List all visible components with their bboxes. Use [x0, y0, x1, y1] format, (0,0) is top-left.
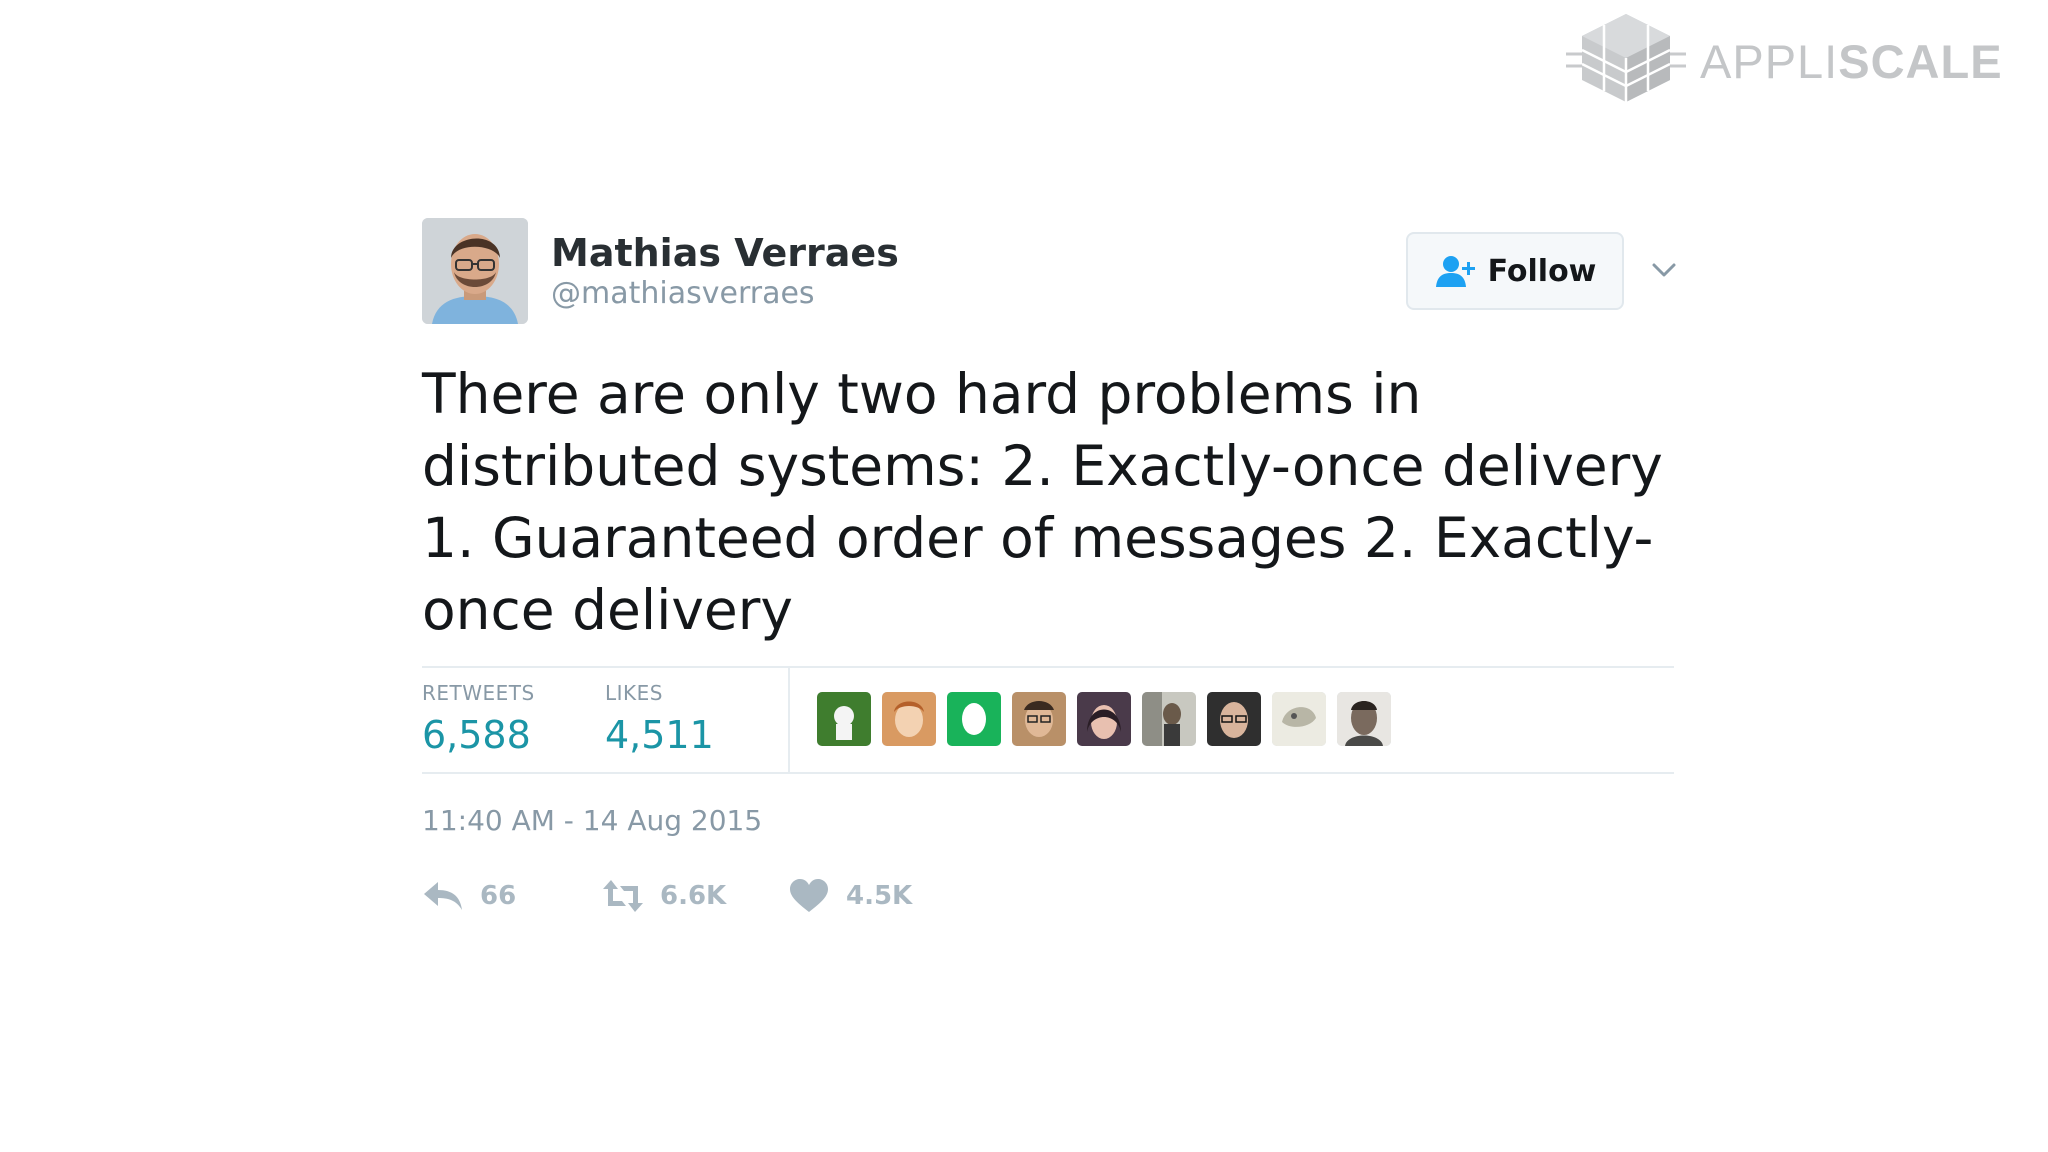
author-avatar[interactable] [422, 218, 528, 324]
likes-count: 4,511 [605, 713, 714, 757]
follow-button[interactable]: Follow [1406, 232, 1624, 310]
retweets-stat[interactable]: RETWEETS 6,588 [422, 680, 535, 758]
brand-logo: APPLISCALE [1566, 10, 2036, 106]
reply-button[interactable]: 66 [422, 872, 516, 920]
brand-text-light: APPLI [1700, 35, 1839, 88]
tweet-timestamp[interactable]: 11:40 AM - 14 Aug 2015 [422, 804, 762, 838]
cube-logo-icon [1566, 10, 1686, 106]
like-button[interactable]: 4.5K [788, 872, 912, 920]
stats-separator [788, 668, 790, 772]
tweet-text: There are only two hard problems in dist… [422, 362, 1663, 642]
liker-avatar-4[interactable] [1012, 692, 1066, 746]
retweet-count: 6.6K [660, 881, 727, 911]
liker-avatar-6[interactable] [1142, 692, 1196, 746]
like-count: 4.5K [846, 881, 913, 911]
liker-avatars [817, 692, 1402, 746]
author-name[interactable]: Mathias Verraes [551, 230, 899, 276]
retweet-icon [602, 878, 644, 914]
stats-divider-top [422, 666, 1674, 668]
reply-count: 66 [480, 881, 517, 911]
stats-divider-bottom [422, 772, 1674, 774]
likes-stat[interactable]: LIKES 4,511 [605, 680, 714, 758]
retweets-count: 6,588 [422, 713, 531, 757]
liker-avatar-8[interactable] [1272, 692, 1326, 746]
tweet-card: Mathias Verraes @mathiasverraes Follow T… [422, 218, 1676, 938]
brand-wordmark: APPLISCALE [1700, 36, 2003, 88]
author-handle[interactable]: @mathiasverraes [551, 276, 815, 312]
heart-icon [788, 878, 830, 914]
liker-avatar-2[interactable] [882, 692, 936, 746]
brand-text-bold: SCALE [1838, 35, 2003, 88]
liker-avatar-5[interactable] [1077, 692, 1131, 746]
likes-label: LIKES [605, 681, 663, 705]
retweet-button[interactable]: 6.6K [602, 872, 726, 920]
follow-button-label: Follow [1487, 253, 1597, 289]
liker-avatar-1[interactable] [817, 692, 871, 746]
add-user-icon [1434, 254, 1478, 288]
liker-avatar-7[interactable] [1207, 692, 1261, 746]
retweets-label: RETWEETS [422, 681, 535, 705]
liker-avatar-9[interactable] [1337, 692, 1391, 746]
liker-avatar-3[interactable] [947, 692, 1001, 746]
reply-icon [422, 878, 464, 914]
chevron-down-icon[interactable] [1644, 250, 1684, 290]
